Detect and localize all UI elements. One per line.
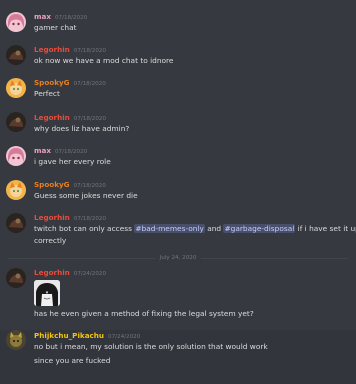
- timestamp: 07/18/2020: [73, 183, 106, 189]
- phijkchu-avatar-icon[interactable]: [6, 330, 26, 350]
- message-text: has he even given a method of fixing the…: [34, 309, 254, 318]
- username[interactable]: Legorhin: [34, 268, 70, 277]
- timestamp: 07/18/2020: [73, 116, 107, 122]
- username[interactable]: Phijkchu_Pikachu: [34, 331, 104, 340]
- username[interactable]: max: [34, 146, 51, 155]
- message-text-part: twitch bot can only access: [34, 224, 135, 233]
- message-text: i gave her every role: [34, 157, 111, 166]
- timestamp: 07/18/2020: [54, 149, 88, 155]
- message-text-part: if i have set it up: [295, 224, 356, 233]
- legorhin-avatar-icon[interactable]: [6, 112, 26, 132]
- channel-mention[interactable]: #garbage-disposal: [223, 224, 296, 233]
- timestamp: 07/24/2020: [108, 334, 141, 340]
- message-text: twitch bot can only access #bad-memes-on…: [34, 223, 356, 235]
- username[interactable]: SpookyG: [34, 180, 70, 189]
- message-text: since you are fucked: [34, 356, 111, 365]
- message-text: why does liz have admin?: [34, 124, 130, 133]
- legorhin-avatar-icon[interactable]: [6, 268, 26, 288]
- message-text: no but i mean, my solution is the only s…: [34, 342, 268, 351]
- message-text: gamer chat: [34, 23, 77, 32]
- timestamp: 07/18/2020: [73, 48, 107, 54]
- max-avatar-icon[interactable]: [6, 146, 26, 166]
- legorhin-avatar-icon[interactable]: [6, 45, 26, 65]
- spooky-avatar-icon[interactable]: [6, 78, 26, 98]
- legorhin-avatar-icon[interactable]: [6, 213, 26, 233]
- max-avatar-icon[interactable]: [6, 12, 26, 32]
- date-divider-label: July 24, 2020: [155, 254, 201, 263]
- image-attachment[interactable]: [34, 280, 60, 306]
- username[interactable]: max: [34, 12, 51, 21]
- username[interactable]: Legorhin: [34, 113, 70, 122]
- username[interactable]: Legorhin: [34, 45, 70, 54]
- message-text: Perfect: [34, 89, 60, 98]
- timestamp: 07/18/2020: [73, 216, 107, 222]
- spooky-avatar-icon[interactable]: [6, 180, 26, 200]
- timestamp: 07/18/2020: [54, 15, 88, 21]
- message-text: Guess some jokes never die: [34, 191, 138, 200]
- message-text: ok now we have a mod chat to idnore: [34, 56, 174, 65]
- timestamp: 07/18/2020: [73, 81, 106, 87]
- username[interactable]: Legorhin: [34, 213, 70, 222]
- username[interactable]: SpookyG: [34, 78, 70, 87]
- message-text: correctly: [34, 236, 67, 245]
- message-text-part: and: [204, 224, 224, 233]
- chat-log: max 07/18/2020 gamer chat Legorhin 07/18/2…: [0, 0, 356, 384]
- timestamp: 07/24/2020: [73, 271, 107, 277]
- channel-mention[interactable]: #bad-memes-only: [134, 224, 205, 233]
